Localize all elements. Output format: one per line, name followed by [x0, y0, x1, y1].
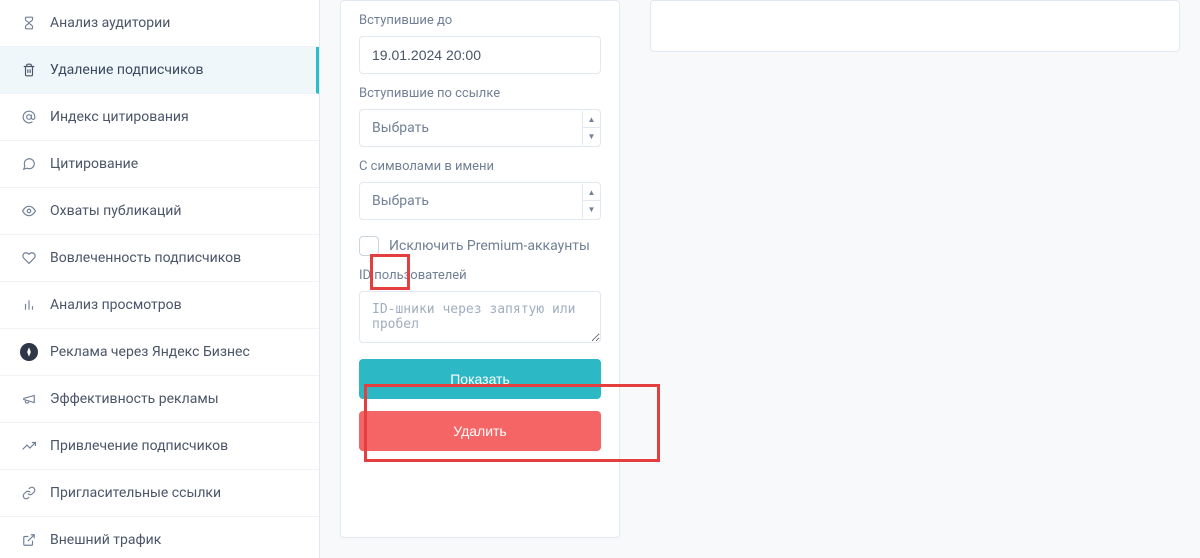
- sidebar-item-engagement[interactable]: Вовлеченность подписчиков: [0, 235, 319, 282]
- filter-form: Вступившие до Вступившие по ссылке Выбра…: [340, 0, 620, 538]
- exclude-premium-checkbox[interactable]: [359, 236, 379, 256]
- sidebar-item-label: Эффективность рекламы: [50, 391, 219, 407]
- sidebar-item-views-analysis[interactable]: Анализ просмотров: [0, 282, 319, 329]
- sidebar-item-label: Охваты публикаций: [50, 203, 181, 219]
- sidebar-item-ad-efficiency[interactable]: Эффективность рекламы: [0, 376, 319, 423]
- at-icon: [20, 108, 38, 126]
- show-button[interactable]: Показать: [359, 359, 601, 399]
- sidebar-item-external-traffic[interactable]: Внешний трафик: [0, 517, 319, 558]
- sidebar-item-label: Индекс цитирования: [50, 109, 189, 125]
- sidebar-item-subscriber-acquisition[interactable]: Привлечение подписчиков: [0, 423, 319, 470]
- select-spinner: ▲ ▼: [582, 184, 600, 218]
- bar-chart-icon: [20, 296, 38, 314]
- chevron-up-icon[interactable]: ▲: [583, 184, 600, 201]
- select-placeholder: Выбрать: [360, 110, 582, 146]
- delete-button[interactable]: Удалить: [359, 411, 601, 451]
- sidebar-item-label: Пригласительные ссылки: [50, 485, 221, 501]
- heart-icon: [20, 249, 38, 267]
- chevron-up-icon[interactable]: ▲: [583, 111, 600, 128]
- sidebar-item-label: Реклама через Яндекс Бизнес: [50, 344, 250, 360]
- sidebar-item-citation[interactable]: Цитирование: [0, 141, 319, 188]
- sidebar-item-label: Анализ аудитории: [50, 15, 170, 31]
- trend-icon: [20, 437, 38, 455]
- sidebar-item-delete-subscribers[interactable]: Удаление подписчиков: [0, 47, 319, 94]
- yandex-icon: [20, 343, 38, 361]
- symbols-label: С символами в имени: [359, 159, 601, 174]
- joined-via-link-select[interactable]: Выбрать ▲ ▼: [359, 109, 601, 147]
- sidebar-item-citation-index[interactable]: Индекс цитирования: [0, 94, 319, 141]
- sidebar-item-label: Привлечение подписчиков: [50, 438, 228, 454]
- sidebar-item-label: Вовлеченность подписчиков: [50, 250, 241, 266]
- sidebar: Анализ аудитории Удаление подписчиков Ин…: [0, 0, 320, 558]
- chevron-down-icon[interactable]: ▼: [583, 128, 600, 145]
- chevron-down-icon[interactable]: ▼: [583, 201, 600, 218]
- sidebar-item-invite-links[interactable]: Пригласительные ссылки: [0, 470, 319, 517]
- joined-via-link-label: Вступившие по ссылке: [359, 86, 601, 101]
- main-content: Вступившие до Вступившие по ссылке Выбра…: [320, 0, 1200, 558]
- sidebar-item-reach[interactable]: Охваты публикаций: [0, 188, 319, 235]
- exclude-premium-check: Исключить Premium-аккаунты: [359, 236, 601, 256]
- joined-before-input[interactable]: [359, 36, 601, 74]
- select-placeholder: Выбрать: [360, 183, 582, 219]
- megaphone-icon: [20, 390, 38, 408]
- sidebar-item-audience-analysis[interactable]: Анализ аудитории: [0, 0, 319, 47]
- symbols-select[interactable]: Выбрать ▲ ▼: [359, 182, 601, 220]
- results-panel: [650, 0, 1180, 52]
- exclude-premium-label: Исключить Premium-аккаунты: [389, 238, 590, 254]
- trash-icon: [20, 61, 38, 79]
- link-icon: [20, 484, 38, 502]
- sidebar-item-yandex-ads[interactable]: Реклама через Яндекс Бизнес: [0, 329, 319, 376]
- select-spinner: ▲ ▼: [582, 111, 600, 145]
- user-ids-textarea[interactable]: [359, 291, 601, 343]
- joined-before-label: Вступившие до: [359, 13, 601, 28]
- sidebar-item-label: Внешний трафик: [50, 532, 161, 548]
- sidebar-item-label: Цитирование: [50, 156, 138, 172]
- hourglass-icon: [20, 14, 38, 32]
- sidebar-item-label: Анализ просмотров: [50, 297, 182, 313]
- sidebar-item-label: Удаление подписчиков: [50, 62, 204, 78]
- external-icon: [20, 531, 38, 549]
- mention-icon: [20, 155, 38, 173]
- eye-icon: [20, 202, 38, 220]
- user-ids-label: ID пользователей: [359, 268, 601, 283]
